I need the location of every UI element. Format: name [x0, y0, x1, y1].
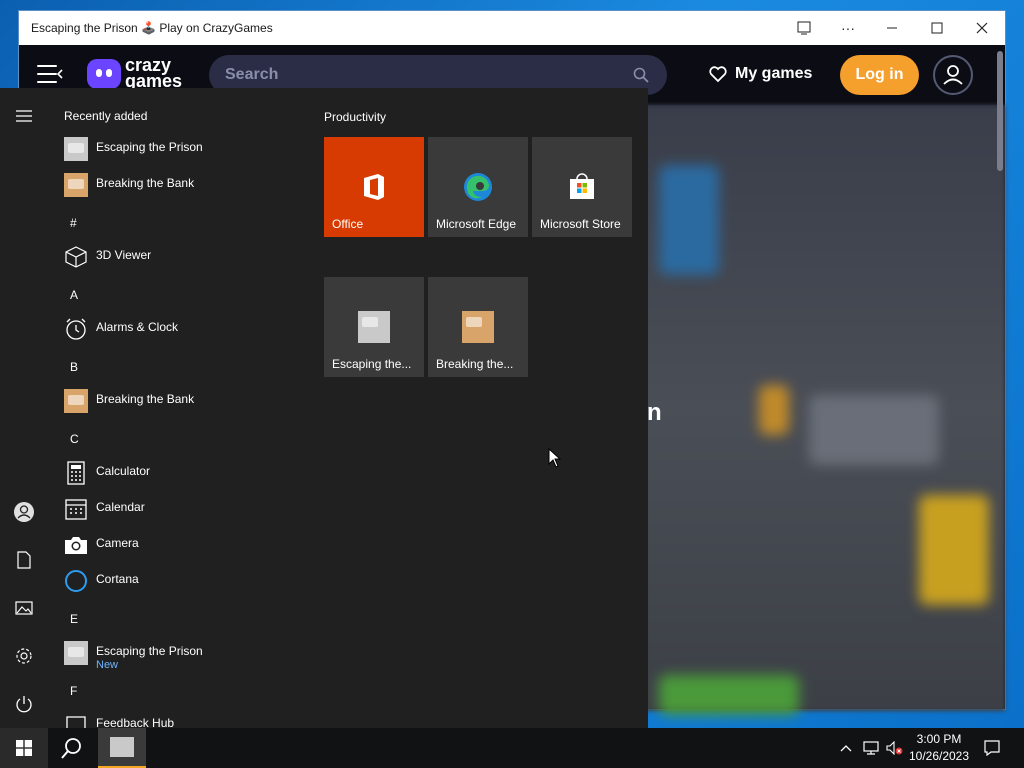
blurred-shape [659, 165, 719, 275]
taskbar-app-game[interactable] [98, 728, 146, 768]
taskbar-clock[interactable]: 3:00 PM 10/26/2023 [900, 731, 978, 765]
clock-time: 3:00 PM [916, 732, 962, 746]
game-thumbnail-icon [462, 311, 494, 343]
mouse-cursor-icon [548, 448, 562, 468]
show-hidden-icons-chevron-icon[interactable] [836, 728, 856, 768]
cube-icon [65, 246, 87, 268]
game-title-fragment: n [647, 399, 662, 426]
game-thumbnail-icon [110, 737, 134, 757]
start-button[interactable] [0, 728, 48, 768]
documents-icon[interactable] [12, 548, 36, 572]
list-item-breaking-the-bank[interactable]: Breaking the Bank [64, 385, 304, 417]
app-list[interactable]: Recently added Escaping the Prison Break… [48, 88, 308, 728]
blurred-shape [919, 495, 989, 605]
settings-gear-icon[interactable] [12, 644, 36, 668]
blurred-shape [659, 675, 799, 715]
game-thumbnail-icon [64, 389, 88, 413]
window-title: Escaping the Prison 🕹️ Play on CrazyGame… [31, 21, 273, 35]
cast-icon[interactable] [782, 11, 826, 45]
site-menu-icon[interactable] [37, 63, 63, 85]
user-account-icon[interactable] [12, 500, 36, 524]
start-menu: Recently added Escaping the Prison Break… [0, 88, 648, 728]
game-thumbnail-icon [64, 641, 88, 665]
section-letter-hash[interactable]: # [70, 216, 77, 230]
tile-microsoft-store[interactable]: Microsoft Store [532, 137, 632, 237]
search-icon [633, 67, 649, 83]
edge-browser-icon [464, 173, 492, 201]
minimize-button[interactable] [870, 11, 914, 45]
user-avatar-icon[interactable] [933, 55, 973, 95]
page-scrollbar[interactable] [997, 51, 1003, 171]
calendar-icon [65, 499, 87, 520]
pinned-tiles: Productivity Office Microsoft Edge Micro… [324, 88, 648, 728]
store-bag-icon [570, 173, 594, 199]
tile-microsoft-edge[interactable]: Microsoft Edge [428, 137, 528, 237]
title-bar[interactable]: Escaping the Prison 🕹️ Play on CrazyGame… [19, 11, 1005, 45]
list-item-3d-viewer[interactable]: 3D Viewer [64, 241, 304, 273]
crazygames-logo-icon [87, 59, 121, 89]
tile-breaking-the-bank[interactable]: Breaking the... [428, 277, 528, 377]
more-options-icon[interactable]: ··· [826, 11, 870, 45]
search-placeholder: Search [225, 66, 279, 83]
game-thumbnail-icon [64, 173, 88, 197]
expand-menu-icon[interactable] [12, 104, 36, 128]
section-letter-f[interactable]: F [70, 684, 77, 698]
game-thumbnail-icon [358, 311, 390, 343]
list-item-calculator[interactable]: Calculator [64, 457, 304, 489]
windows-logo-icon [16, 740, 32, 756]
list-item-feedback-hub[interactable]: Feedback Hub [64, 709, 304, 728]
office-icon [364, 174, 384, 200]
tile-escaping-the-prison[interactable]: Escaping the... [324, 277, 424, 377]
power-icon[interactable] [12, 692, 36, 716]
section-letter-a[interactable]: A [70, 288, 78, 302]
feedback-hub-icon [66, 716, 86, 728]
section-letter-c[interactable]: C [70, 432, 79, 446]
section-letter-e[interactable]: E [70, 612, 78, 626]
tile-office[interactable]: Office [324, 137, 424, 237]
logo-text: crazy games [125, 55, 183, 91]
login-button[interactable]: Log in [840, 55, 919, 95]
list-item-escaping-the-prison[interactable]: Escaping the Prison New [64, 637, 304, 673]
maximize-button[interactable] [915, 11, 959, 45]
alarm-clock-icon [66, 318, 86, 340]
list-item-camera[interactable]: Camera [64, 529, 304, 561]
start-rail [0, 88, 48, 728]
list-item-breaking-the-bank-recent[interactable]: Breaking the Bank [64, 169, 304, 201]
search-icon [61, 738, 81, 759]
clock-date: 10/26/2023 [908, 749, 970, 763]
tile-group-header[interactable]: Productivity [324, 110, 386, 124]
cortana-ring-icon [65, 570, 87, 592]
action-center-notification-icon[interactable] [980, 728, 1004, 768]
close-button[interactable] [960, 11, 1004, 45]
network-icon[interactable] [860, 728, 882, 768]
recently-added-header: Recently added [64, 109, 148, 123]
new-badge: New [96, 659, 119, 671]
calculator-icon [67, 461, 85, 485]
taskbar: 3:00 PM 10/26/2023 [0, 728, 1024, 768]
list-item-escaping-the-prison-recent[interactable]: Escaping the Prison [64, 133, 304, 165]
blurred-shape [759, 385, 789, 435]
list-item-cortana[interactable]: Cortana [64, 565, 304, 597]
game-thumbnail-icon [64, 137, 88, 161]
list-item-calendar[interactable]: Calendar [64, 493, 304, 525]
heart-icon [709, 66, 727, 83]
camera-icon [65, 537, 87, 554]
list-item-alarms-clock[interactable]: Alarms & Clock [64, 313, 304, 345]
blurred-shape [809, 395, 939, 465]
my-games-label: My games [735, 65, 813, 82]
taskbar-search-button[interactable] [48, 728, 96, 768]
pictures-icon[interactable] [12, 596, 36, 620]
section-letter-b[interactable]: B [70, 360, 78, 374]
